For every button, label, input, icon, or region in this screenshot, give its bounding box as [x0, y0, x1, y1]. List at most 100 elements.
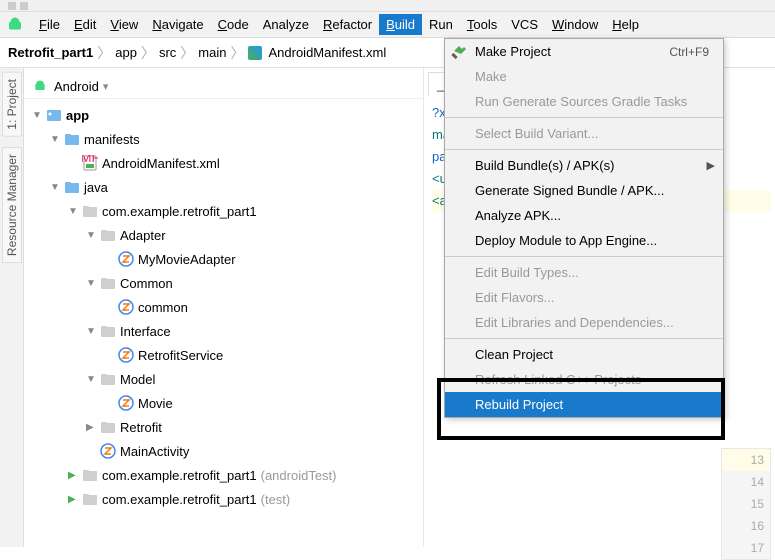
menu-item-deploy-module-to-app-engine[interactable]: Deploy Module to App Engine... — [445, 228, 723, 253]
module-icon — [46, 107, 62, 123]
tree-node-label: com.example.retrofit_part1 — [102, 468, 257, 483]
tree-node[interactable]: ▼java — [24, 175, 423, 199]
chevron-down-icon: ▾ — [103, 80, 109, 93]
menu-item-build-bundle-s-apk-s[interactable]: Build Bundle(s) / APK(s)▶ — [445, 153, 723, 178]
menu-item-label: Run Generate Sources Gradle Tasks — [475, 94, 687, 109]
tree-node-label: common — [138, 300, 188, 315]
menu-navigate[interactable]: Navigate — [145, 14, 210, 35]
expand-arrow-down-icon[interactable]: ▼ — [86, 326, 98, 337]
expand-arrow-right-icon[interactable]: ▶ — [86, 422, 98, 433]
tree-node[interactable]: ▶Retrofit — [24, 415, 423, 439]
menu-item-label: Edit Libraries and Dependencies... — [475, 315, 674, 330]
folder-grey-icon — [82, 491, 98, 507]
menu-item-label: Clean Project — [475, 347, 553, 362]
breadcrumb-project[interactable]: Retrofit_part1 — [8, 45, 93, 60]
menu-item-make-project[interactable]: Make Project Ctrl+F9 — [445, 39, 723, 64]
android-icon — [32, 78, 48, 94]
tool-window-gutter: 1: Project Resource Manager — [0, 68, 24, 547]
resource-manager-tab[interactable]: Resource Manager — [2, 147, 22, 263]
menu-refactor[interactable]: Refactor — [316, 14, 379, 35]
menu-analyze[interactable]: Analyze — [256, 14, 316, 35]
menu-separator — [445, 338, 723, 339]
menu-tools[interactable]: Tools — [460, 14, 504, 35]
tree-node[interactable]: RetrofitService — [24, 343, 423, 367]
tree-node-suffix: (test) — [261, 492, 291, 507]
tree-node-label: AndroidManifest.xml — [102, 156, 220, 171]
tree-node[interactable]: ▼ manifests — [24, 127, 423, 151]
hammer-icon — [451, 44, 467, 60]
menu-item-label: Refresh Linked C++ Projects — [475, 372, 641, 387]
tree-node[interactable]: ▼app — [24, 103, 423, 127]
expand-arrow-down-icon[interactable]: ▼ — [86, 374, 98, 385]
menu-file[interactable]: File — [32, 14, 67, 35]
menu-item-label: Edit Build Types... — [475, 265, 579, 280]
menu-item-generate-signed-bundle-apk[interactable]: Generate Signed Bundle / APK... — [445, 178, 723, 203]
project-tool-tab[interactable]: 1: Project — [2, 72, 22, 137]
menu-item-label: Analyze APK... — [475, 208, 561, 223]
tree-node-label: Adapter — [120, 228, 166, 243]
folder-grey-icon — [100, 227, 116, 243]
expand-arrow-down-icon[interactable]: ▼ — [86, 278, 98, 289]
folder-grey-icon — [100, 275, 116, 291]
menu-item-analyze-apk[interactable]: Analyze APK... — [445, 203, 723, 228]
menu-item-label: Select Build Variant... — [475, 126, 598, 141]
tree-node[interactable]: ▼Interface — [24, 319, 423, 343]
tree-node[interactable]: ▶com.example.retrofit_part1 (androidTest… — [24, 463, 423, 487]
menu-help[interactable]: Help — [605, 14, 646, 35]
menubar: FileEditViewNavigateCodeAnalyzeRefactorB… — [0, 12, 775, 38]
expand-arrow-down-icon[interactable]: ▼ — [86, 230, 98, 241]
expand-arrow-down-icon[interactable]: ▼ — [68, 206, 80, 217]
menu-view[interactable]: View — [103, 14, 145, 35]
tree-node[interactable]: ▼Model — [24, 367, 423, 391]
tree-node[interactable]: MainActivity — [24, 439, 423, 463]
tree-node[interactable]: ▼ Common — [24, 271, 423, 295]
menu-item-label: Rebuild Project — [475, 397, 563, 412]
menu-item-label: Generate Signed Bundle / APK... — [475, 183, 664, 198]
folder-blue-icon — [64, 179, 80, 195]
tree-node-label: MainActivity — [120, 444, 189, 459]
tree-node[interactable]: ▶com.example.retrofit_part1 (test) — [24, 487, 423, 511]
breadcrumb-file[interactable]: AndroidManifest.xml — [268, 45, 386, 60]
xml-icon: MF — [82, 155, 98, 171]
tree-node-label: manifests — [84, 132, 140, 147]
breadcrumb-part[interactable]: app — [115, 45, 137, 60]
menu-item-label: Make Project — [475, 44, 551, 59]
project-view-selector[interactable]: Android ▾ — [24, 74, 423, 99]
folder-grey-icon — [82, 467, 98, 483]
android-studio-logo-icon — [6, 16, 24, 34]
menu-item-edit-libraries-and-dependencies: Edit Libraries and Dependencies... — [445, 310, 723, 335]
folder-grey-icon — [100, 419, 116, 435]
expand-arrow-right-icon[interactable]: ▶ — [68, 494, 80, 505]
menu-item-rebuild-project[interactable]: Rebuild Project — [445, 392, 723, 417]
menu-window[interactable]: Window — [545, 14, 605, 35]
menu-item-label: Make — [475, 69, 507, 84]
menu-item-refresh-linked-c-projects: Refresh Linked C++ Projects — [445, 367, 723, 392]
expand-arrow-down-icon[interactable]: ▼ — [32, 110, 44, 121]
kt-icon — [118, 347, 134, 363]
menu-run[interactable]: Run — [422, 14, 460, 35]
tree-node[interactable]: ▼ Adapter — [24, 223, 423, 247]
expand-arrow-down-icon[interactable]: ▼ — [50, 182, 62, 193]
breadcrumb-part[interactable]: main — [198, 45, 226, 60]
breadcrumb-part[interactable]: src — [159, 45, 176, 60]
menu-separator — [445, 117, 723, 118]
expand-arrow-down-icon[interactable]: ▼ — [50, 134, 62, 145]
menu-edit[interactable]: Edit — [67, 14, 103, 35]
menu-item-edit-flavors: Edit Flavors... — [445, 285, 723, 310]
expand-arrow-right-icon[interactable]: ▶ — [68, 470, 80, 481]
svg-text:MF: MF — [82, 155, 98, 165]
tree-node-label: Common — [120, 276, 173, 291]
menu-code[interactable]: Code — [211, 14, 256, 35]
tree-node[interactable]: MyMovieAdapter — [24, 247, 423, 271]
menu-item-clean-project[interactable]: Clean Project — [445, 342, 723, 367]
tree-node[interactable]: Movie — [24, 391, 423, 415]
menu-build[interactable]: Build — [379, 14, 422, 35]
tree-node[interactable]: MF AndroidManifest.xml — [24, 151, 423, 175]
menu-item-shortcut: Ctrl+F9 — [669, 45, 709, 59]
tree-node[interactable]: common — [24, 295, 423, 319]
folder-grey-icon — [100, 323, 116, 339]
tree-node[interactable]: ▼com.example.retrofit_part1 — [24, 199, 423, 223]
submenu-arrow-icon: ▶ — [707, 159, 715, 172]
menu-vcs[interactable]: VCS — [504, 14, 545, 35]
kt-icon — [118, 251, 134, 267]
